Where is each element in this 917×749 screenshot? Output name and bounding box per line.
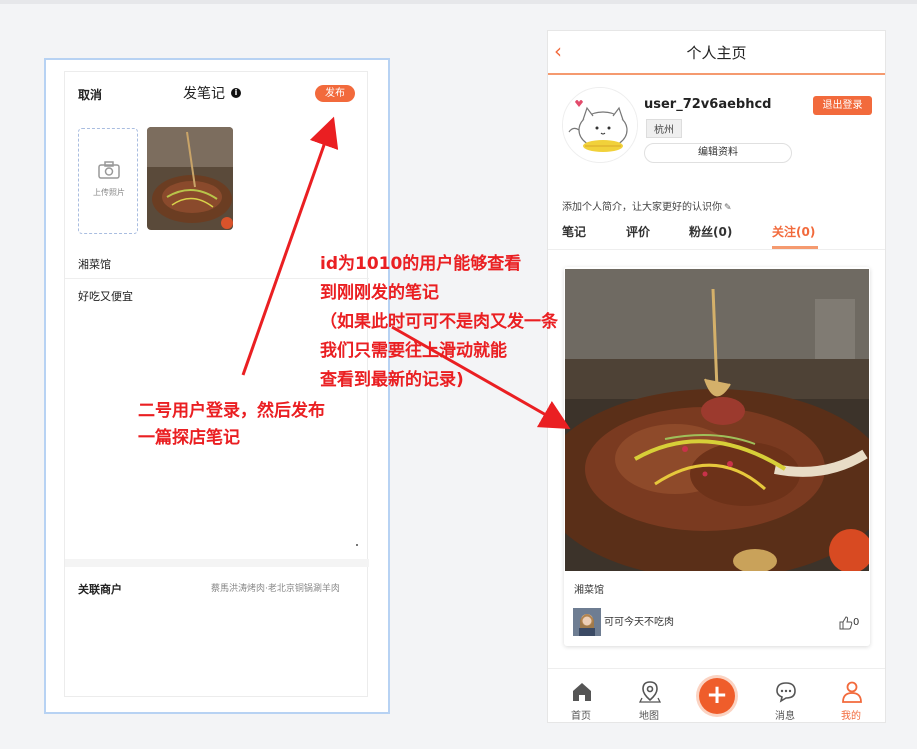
info-icon[interactable]: i: [231, 88, 241, 98]
profile-header: ‹ 个人主页: [548, 31, 885, 75]
cancel-button[interactable]: 取消: [78, 86, 102, 103]
nav-home[interactable]: 首页: [551, 669, 611, 723]
section-gap: [65, 559, 369, 567]
nav-home-label: 首页: [571, 711, 591, 722]
nav-messages[interactable]: 消息: [755, 669, 815, 723]
bio-label: 添加个人简介，让大家更好的认识你: [562, 202, 722, 213]
pencil-icon: ✎: [724, 203, 732, 213]
resize-dot: [356, 544, 358, 546]
nav-messages-label: 消息: [775, 711, 795, 722]
annotation-right: id为1010的用户能够查看 到刚刚发的笔记 （如果此时可可不是肉又发一条 我们…: [320, 250, 640, 395]
card-user-name: 可可今天不吃肉: [604, 617, 674, 628]
annotation-left-line2: 一篇探店笔记: [138, 428, 240, 448]
annotation-left: 二号用户登录，然后发布 一篇探店笔记: [138, 398, 378, 452]
merchant-select[interactable]: 蔡馬洪涛烤肉·老北京铜锅涮羊肉: [211, 581, 340, 594]
publish-button[interactable]: 发布: [315, 85, 355, 102]
card-shop-name: 湘菜馆: [574, 585, 604, 596]
tab-notes[interactable]: 笔记: [562, 223, 586, 240]
annotation-right-line4: 我们只需要往上滑动就能: [320, 341, 507, 361]
home-icon: [573, 683, 591, 701]
nav-map-label: 地图: [639, 711, 659, 722]
publish-header: 取消 发笔记 i 发布: [65, 72, 369, 116]
nav-mine[interactable]: 我的: [821, 669, 881, 723]
annotation-right-line1: id为1010的用户能够查看: [320, 254, 522, 274]
annotation-right-line2: 到刚刚发的笔记: [320, 283, 439, 303]
annotation-right-line5: 查看到最新的记录): [320, 370, 464, 390]
thumbs-up-icon[interactable]: [839, 616, 853, 630]
page-title: 发笔记: [183, 86, 225, 102]
upload-label: 上传照片: [93, 188, 125, 197]
city-badge: 杭州: [646, 119, 682, 138]
bottom-nav: 首页 地图 + 消息 我的: [548, 668, 885, 722]
top-bar: [0, 0, 917, 4]
like-count: 0: [853, 617, 860, 628]
note-content-field[interactable]: 好吃又便宜: [78, 288, 133, 304]
merchant-label: 关联商户: [78, 583, 122, 596]
username: user_72v6aebhcd: [644, 97, 772, 112]
camera-icon: [98, 161, 120, 179]
map-pin-icon: [639, 681, 661, 703]
upload-photo-button[interactable]: 上传照片: [78, 128, 138, 234]
card-user-avatar[interactable]: [573, 608, 601, 636]
tab-reviews[interactable]: 评价: [626, 223, 650, 240]
tab-fans[interactable]: 粉丝(0): [689, 223, 732, 240]
edit-profile-button[interactable]: 编辑资料: [644, 143, 792, 163]
shop-name-field[interactable]: 湘菜馆: [78, 256, 111, 272]
page-title: 个人主页: [686, 44, 747, 62]
annotation-left-line1: 二号用户登录，然后发布: [138, 401, 325, 421]
tab-following[interactable]: 关注(0): [772, 223, 815, 240]
photo-thumbnail[interactable]: [147, 127, 233, 230]
avatar[interactable]: [562, 87, 638, 163]
logout-button[interactable]: 退出登录: [813, 96, 872, 115]
message-icon: [776, 682, 796, 703]
annotation-right-line3: （如果此时可可不是肉又发一条: [320, 312, 558, 332]
nav-mine-label: 我的: [841, 711, 861, 722]
add-note-button[interactable]: +: [699, 678, 735, 714]
bio-text[interactable]: 添加个人简介，让大家更好的认识你 ✎: [562, 198, 732, 213]
nav-map[interactable]: 地图: [619, 669, 679, 723]
user-icon: [842, 681, 862, 703]
